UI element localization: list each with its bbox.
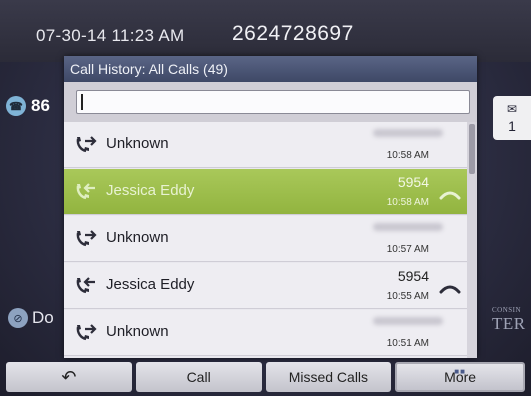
call-row[interactable]: Jessica Eddy 5954 10:58 AM: [64, 169, 467, 215]
caller-name: Unknown: [106, 229, 169, 246]
call-history-popup: Call History: All Calls (49) Unknown 10:5…: [64, 56, 477, 358]
handset-icon: [439, 281, 461, 294]
handset-icon: ☎: [6, 96, 26, 116]
scrollbar[interactable]: [467, 122, 477, 358]
handset-icon: [439, 187, 461, 200]
softkey-bar: ↶ Call Missed Calls ■■ More: [0, 362, 531, 396]
search-input[interactable]: [76, 90, 470, 114]
outgoing-call-icon: [74, 133, 98, 155]
outgoing-call-icon: [74, 321, 98, 343]
incoming-call-icon: [74, 180, 98, 202]
call-time: 10:58 AM: [386, 197, 429, 208]
logo: CONSIN TER: [492, 306, 531, 334]
dnd-key[interactable]: ⊘ Do: [8, 308, 54, 328]
call-list: Unknown 10:58 AM Jessica Eddy 5954 10:58 AM U…: [64, 122, 477, 358]
search-row: [64, 82, 477, 122]
message-count: 1: [508, 118, 516, 134]
logo-small-text: CONSIN: [492, 306, 522, 314]
call-time: 10:57 AM: [386, 244, 429, 255]
caller-name: Jessica Eddy: [106, 276, 195, 293]
more-button[interactable]: ■■ More: [395, 362, 525, 392]
caller-name: Jessica Eddy: [106, 182, 195, 199]
dnd-label: Do: [32, 308, 54, 327]
call-button[interactable]: Call: [135, 362, 262, 392]
logo-big-text: TER: [492, 314, 526, 333]
line-key[interactable]: ☎ 86: [6, 92, 70, 120]
missed-calls-button[interactable]: Missed Calls: [265, 362, 392, 392]
caller-extension: 5954: [397, 268, 429, 284]
obscured-number: [373, 129, 443, 137]
obscured-number: [373, 223, 443, 231]
caller-extension: 5954: [397, 174, 429, 190]
message-indicator[interactable]: ✉ 1: [493, 96, 531, 140]
call-time: 10:51 AM: [386, 338, 429, 349]
text-cursor: [81, 94, 83, 110]
more-dots-icon: ■■: [454, 367, 466, 376]
envelope-icon: ✉: [506, 102, 518, 116]
obscured-number: [373, 317, 443, 325]
caller-name: Unknown: [106, 135, 169, 152]
scroll-thumb[interactable]: [469, 124, 475, 174]
call-row[interactable]: Unknown 10:57 AM: [64, 216, 467, 262]
outgoing-call-icon: [74, 227, 98, 249]
call-button-label: Call: [186, 369, 211, 385]
status-bar: 07-30-14 11:23 AM 2624728697: [0, 0, 531, 62]
call-row[interactable]: Jessica Eddy 5954 10:55 AM: [64, 263, 467, 309]
caller-name: Unknown: [106, 323, 169, 340]
dnd-icon: ⊘: [8, 308, 28, 328]
call-row[interactable]: Unknown 10:51 AM: [64, 310, 467, 356]
phone-number: 2624728697: [232, 22, 354, 45]
call-time: 10:58 AM: [386, 150, 429, 161]
missed-calls-label: Missed Calls: [288, 369, 369, 385]
back-button[interactable]: ↶: [6, 362, 132, 392]
incoming-call-icon: [74, 274, 98, 296]
line-label: 86: [31, 96, 50, 115]
call-time: 10:55 AM: [386, 291, 429, 302]
back-icon: ↶: [61, 366, 77, 387]
phone-screen: 07-30-14 11:23 AM 2624728697 ☎ 86 ⊘ Do ✉…: [0, 0, 531, 396]
popup-title: Call History: All Calls (49): [64, 56, 477, 82]
call-row[interactable]: Unknown 10:58 AM: [64, 122, 467, 168]
datetime: 07-30-14 11:23 AM: [36, 26, 185, 45]
